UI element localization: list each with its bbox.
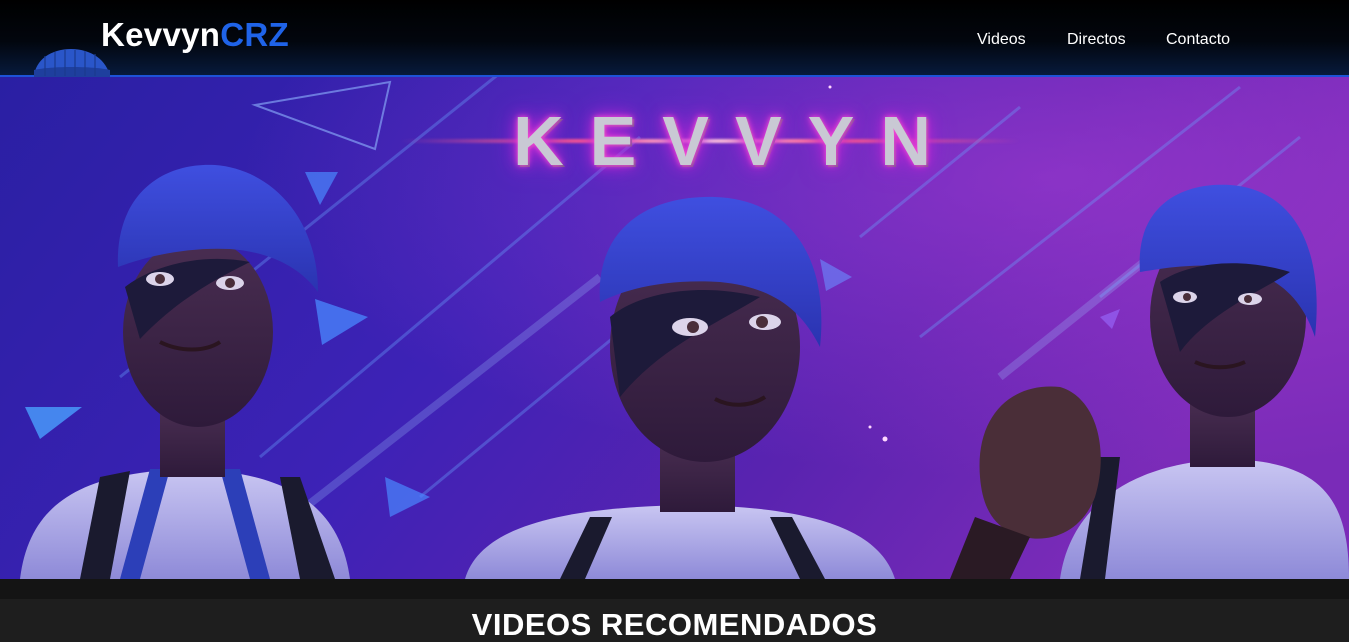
section-divider (0, 579, 1349, 599)
brand-logo[interactable]: KevvynCRZ (101, 15, 289, 55)
site-header: KevvynCRZ Videos Directos Contacto (0, 0, 1349, 77)
nav-link-videos[interactable]: Videos (977, 29, 1026, 51)
section-heading: VIDEOS RECOMENDADOS (471, 607, 878, 642)
hero-title: KEVVYN (513, 102, 957, 180)
hero-banner: KEVVYN (0, 77, 1349, 579)
brand-name-primary: Kevvyn (101, 16, 221, 53)
brand-name-accent: CRZ (220, 16, 289, 53)
nav-link-directos[interactable]: Directos (1067, 29, 1126, 51)
nav-link-contacto[interactable]: Contacto (1166, 29, 1230, 51)
